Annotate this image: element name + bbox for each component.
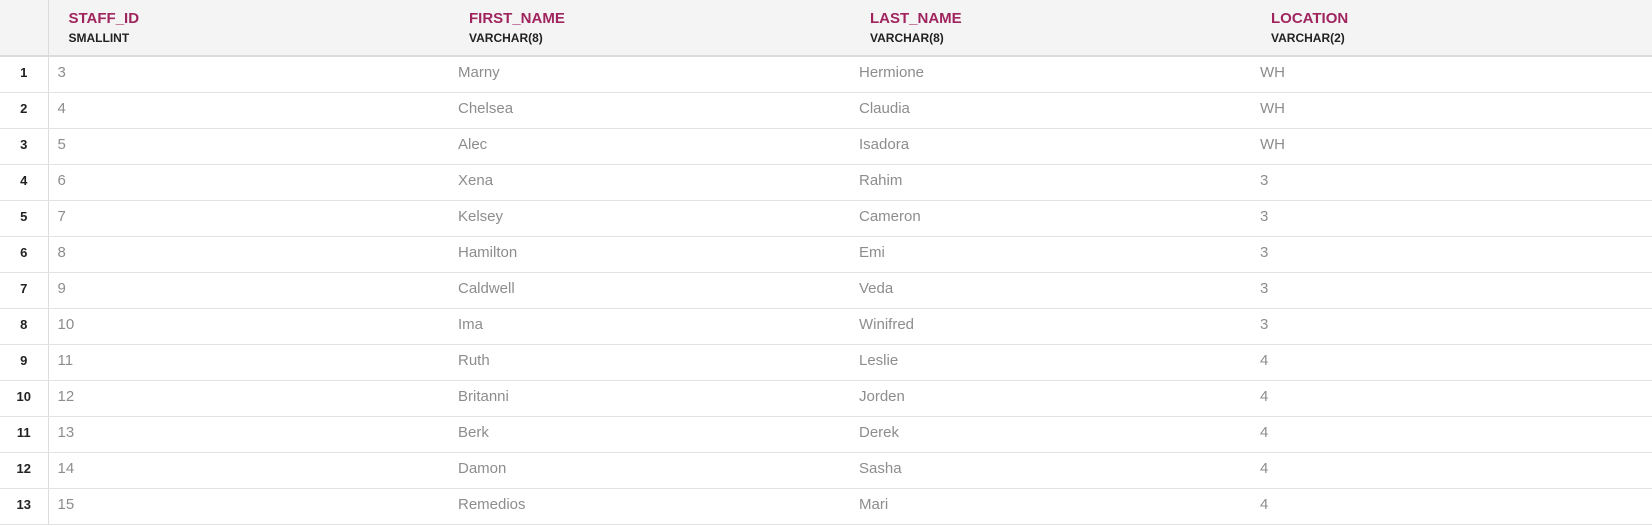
cell-staff-id[interactable]: 12 (48, 380, 449, 417)
cell-location[interactable]: WH (1251, 92, 1652, 129)
cell-last-name[interactable]: Claudia (850, 92, 1251, 129)
row-number: 7 (0, 272, 49, 309)
cell-last-name[interactable]: Leslie (850, 344, 1251, 381)
table-row[interactable]: 8 10 Ima Winifred 3 (0, 308, 1652, 345)
column-header-location[interactable]: LOCATION VARCHAR(2) (1251, 0, 1652, 57)
column-type: SMALLINT (68, 31, 130, 45)
cell-staff-id[interactable]: 9 (48, 272, 449, 309)
row-number: 4 (0, 164, 49, 201)
table-row[interactable]: 11 13 Berk Derek 4 (0, 416, 1652, 453)
cell-last-name[interactable]: Isadora (850, 128, 1251, 165)
cell-location[interactable]: 4 (1251, 488, 1652, 525)
row-number: 2 (0, 92, 49, 129)
column-header-staff-id[interactable]: STAFF_ID SMALLINT (48, 0, 449, 57)
table-row[interactable]: 6 8 Hamilton Emi 3 (0, 236, 1652, 273)
table-row[interactable]: 2 4 Chelsea Claudia WH (0, 92, 1652, 129)
cell-location[interactable]: WH (1251, 128, 1652, 165)
table-row[interactable]: 13 15 Remedios Mari 4 (0, 488, 1652, 525)
cell-first-name[interactable]: Ima (449, 308, 850, 345)
column-type: VARCHAR(2) (1271, 31, 1345, 45)
row-number: 6 (0, 236, 49, 273)
cell-first-name[interactable]: Alec (449, 128, 850, 165)
cell-location[interactable]: 4 (1251, 452, 1652, 489)
cell-location[interactable]: 3 (1251, 200, 1652, 237)
column-name: LOCATION (1271, 10, 1349, 27)
cell-last-name[interactable]: Rahim (850, 164, 1251, 201)
cell-first-name[interactable]: Ruth (449, 344, 850, 381)
column-name: STAFF_ID (68, 10, 140, 27)
column-type: VARCHAR(8) (469, 31, 543, 45)
column-name: FIRST_NAME (469, 10, 565, 27)
row-number: 8 (0, 308, 49, 345)
table-row[interactable]: 9 11 Ruth Leslie 4 (0, 344, 1652, 381)
cell-staff-id[interactable]: 6 (48, 164, 449, 201)
cell-staff-id[interactable]: 13 (48, 416, 449, 453)
cell-location[interactable]: 4 (1251, 380, 1652, 417)
cell-last-name[interactable]: Emi (850, 236, 1251, 273)
cell-location[interactable]: 3 (1251, 236, 1652, 273)
cell-last-name[interactable]: Winifred (850, 308, 1251, 345)
table-row[interactable]: 4 6 Xena Rahim 3 (0, 164, 1652, 201)
cell-location[interactable]: 3 (1251, 308, 1652, 345)
grid-body: 1 3 Marny Hermione WH 2 4 Chelsea Claudia WH 3 5 Ale… (0, 56, 1652, 525)
cell-staff-id[interactable]: 11 (48, 344, 449, 381)
row-number: 12 (0, 452, 49, 489)
cell-location[interactable]: 4 (1251, 344, 1652, 381)
cell-staff-id[interactable]: 5 (48, 128, 449, 165)
cell-last-name[interactable]: Mari (850, 488, 1251, 525)
cell-location[interactable]: 3 (1251, 164, 1652, 201)
row-number: 1 (0, 56, 49, 93)
cell-location[interactable]: WH (1251, 56, 1652, 93)
cell-staff-id[interactable]: 14 (48, 452, 449, 489)
cell-location[interactable]: 3 (1251, 272, 1652, 309)
cell-first-name[interactable]: Caldwell (449, 272, 850, 309)
cell-first-name[interactable]: Hamilton (449, 236, 850, 273)
column-type: VARCHAR(8) (870, 31, 944, 45)
row-number: 13 (0, 488, 49, 525)
cell-first-name[interactable]: Remedios (449, 488, 850, 525)
row-number-header (0, 0, 49, 57)
table-row[interactable]: 3 5 Alec Isadora WH (0, 128, 1652, 165)
table-row[interactable]: 1 3 Marny Hermione WH (0, 56, 1652, 93)
cell-location[interactable]: 4 (1251, 416, 1652, 453)
column-header-first-name[interactable]: FIRST_NAME VARCHAR(8) (449, 0, 850, 57)
column-header-last-name[interactable]: LAST_NAME VARCHAR(8) (850, 0, 1251, 57)
cell-staff-id[interactable]: 8 (48, 236, 449, 273)
cell-last-name[interactable]: Veda (850, 272, 1251, 309)
cell-staff-id[interactable]: 10 (48, 308, 449, 345)
cell-staff-id[interactable]: 15 (48, 488, 449, 525)
row-number: 11 (0, 416, 49, 453)
cell-first-name[interactable]: Xena (449, 164, 850, 201)
cell-first-name[interactable]: Britanni (449, 380, 850, 417)
result-grid: STAFF_ID SMALLINT FIRST_NAME VARCHAR(8) … (0, 0, 1652, 525)
cell-staff-id[interactable]: 3 (48, 56, 449, 93)
row-number: 10 (0, 380, 49, 417)
table-row[interactable]: 5 7 Kelsey Cameron 3 (0, 200, 1652, 237)
cell-first-name[interactable]: Kelsey (449, 200, 850, 237)
row-number: 9 (0, 344, 49, 381)
table-row[interactable]: 12 14 Damon Sasha 4 (0, 452, 1652, 489)
column-name: LAST_NAME (870, 10, 962, 27)
cell-first-name[interactable]: Berk (449, 416, 850, 453)
cell-first-name[interactable]: Chelsea (449, 92, 850, 129)
cell-first-name[interactable]: Damon (449, 452, 850, 489)
cell-last-name[interactable]: Cameron (850, 200, 1251, 237)
cell-last-name[interactable]: Jorden (850, 380, 1251, 417)
cell-first-name[interactable]: Marny (449, 56, 850, 93)
table-row[interactable]: 7 9 Caldwell Veda 3 (0, 272, 1652, 309)
cell-last-name[interactable]: Derek (850, 416, 1251, 453)
cell-staff-id[interactable]: 4 (48, 92, 449, 129)
cell-last-name[interactable]: Sasha (850, 452, 1251, 489)
table-row[interactable]: 10 12 Britanni Jorden 4 (0, 380, 1652, 417)
cell-staff-id[interactable]: 7 (48, 200, 449, 237)
row-number: 3 (0, 128, 49, 165)
row-number: 5 (0, 200, 49, 237)
header-row: STAFF_ID SMALLINT FIRST_NAME VARCHAR(8) … (0, 0, 1652, 57)
cell-last-name[interactable]: Hermione (850, 56, 1251, 93)
